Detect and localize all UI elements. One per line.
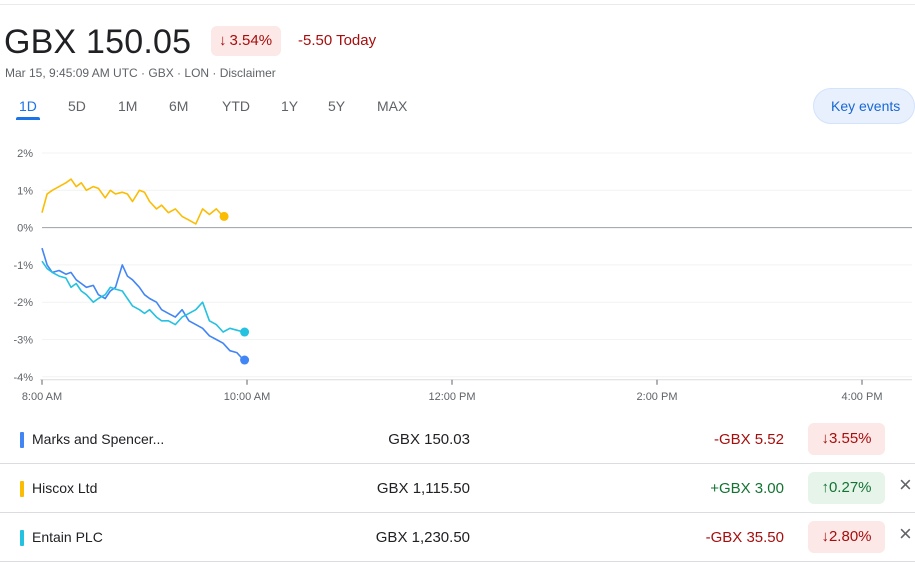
tab-1m[interactable]: 1M xyxy=(118,96,137,116)
quote-meta: Mar 15, 9:45:09 AM UTC · GBX · LON · Dis… xyxy=(5,66,276,80)
x-tick-label: 12:00 PM xyxy=(428,391,475,403)
tab-1y[interactable]: 1Y xyxy=(281,96,298,116)
comparison-change-badge: ↓3.55% xyxy=(808,423,885,455)
arrow-down-icon: ↓ xyxy=(821,528,829,545)
arrow-up-icon: ↑ xyxy=(821,479,829,496)
top-divider xyxy=(0,4,915,5)
comparison-name[interactable]: Marks and Spencer... xyxy=(32,431,164,447)
comparison-line-chart: 2% 1% 0% -1% -2% -3% -4% 8:00 AM 10:00 AM 12:00 P… xyxy=(13,148,912,403)
comparison-change-percent: 2.80% xyxy=(828,528,872,545)
comparison-price: GBX 1,230.50 xyxy=(375,529,470,546)
comparison-change: +GBX 3.00 xyxy=(710,480,784,497)
comparison-change: -GBX 35.50 xyxy=(705,529,784,546)
comparison-change-badge: ↓2.80% xyxy=(808,521,885,553)
series-end-point xyxy=(219,211,229,221)
x-tick-label: 4:00 PM xyxy=(842,391,883,403)
key-events-button[interactable]: Key events xyxy=(813,88,915,124)
comparison-change: -GBX 5.52 xyxy=(713,431,784,448)
y-tick-label: -2% xyxy=(13,297,33,309)
y-tick-label: -1% xyxy=(13,260,33,272)
y-tick-label: 2% xyxy=(17,148,33,160)
x-tick-label: 8:00 AM xyxy=(22,391,62,403)
remove-comparison-close-icon[interactable]: × xyxy=(899,474,915,496)
y-tick-label: 0% xyxy=(17,223,33,235)
x-tick-label: 10:00 AM xyxy=(224,391,270,403)
series-line-entain-plc xyxy=(41,260,244,333)
remove-comparison-close-icon[interactable]: × xyxy=(899,523,915,545)
x-tick-label: 2:00 PM xyxy=(637,391,678,403)
comparison-row[interactable]: Marks and Spencer... GBX 150.03 -GBX 5.52 ↓… xyxy=(0,414,915,462)
comparison-price: GBX 1,115.50 xyxy=(376,480,470,497)
series-color-swatch xyxy=(20,481,24,497)
active-tab-indicator xyxy=(16,117,40,120)
comparison-row[interactable]: Entain PLC GBX 1,230.50 -GBX 35.50 ↓2.80% × xyxy=(0,512,915,560)
arrow-down-icon: ↓ xyxy=(821,430,829,447)
comparison-price: GBX 150.03 xyxy=(388,431,470,448)
series-end-point xyxy=(240,327,250,337)
comparison-name[interactable]: Entain PLC xyxy=(32,529,103,545)
tab-max[interactable]: MAX xyxy=(377,96,407,116)
series-line-hiscox-ltd xyxy=(41,178,224,225)
series-end-point xyxy=(240,355,250,365)
tab-1d[interactable]: 1D xyxy=(19,96,37,116)
series-color-swatch xyxy=(20,530,24,546)
arrow-down-icon: ↓ xyxy=(219,32,227,49)
y-tick-label: 1% xyxy=(17,185,33,197)
comparison-name[interactable]: Hiscox Ltd xyxy=(32,480,97,496)
change-percent-value: 3.54% xyxy=(229,32,273,49)
y-tick-label: -4% xyxy=(13,372,33,384)
comparison-change-percent: 0.27% xyxy=(828,479,872,496)
comparison-row[interactable]: Hiscox Ltd GBX 1,115.50 +GBX 3.00 ↑0.27% × xyxy=(0,463,915,511)
tab-5y[interactable]: 5Y xyxy=(328,96,345,116)
comparison-change-percent: 3.55% xyxy=(828,430,872,447)
tab-6m[interactable]: 6M xyxy=(169,96,188,116)
current-price: GBX 150.05 xyxy=(4,23,192,61)
series-color-swatch xyxy=(20,432,24,448)
comparison-change-badge: ↑0.27% xyxy=(808,472,885,504)
change-today: -5.50 Today xyxy=(298,32,377,49)
tab-ytd[interactable]: YTD xyxy=(222,96,250,116)
change-percent-badge: ↓ 3.54% xyxy=(211,26,282,56)
y-tick-label: -3% xyxy=(13,335,33,347)
row-divider xyxy=(0,561,915,562)
tab-5d[interactable]: 5D xyxy=(68,96,86,116)
